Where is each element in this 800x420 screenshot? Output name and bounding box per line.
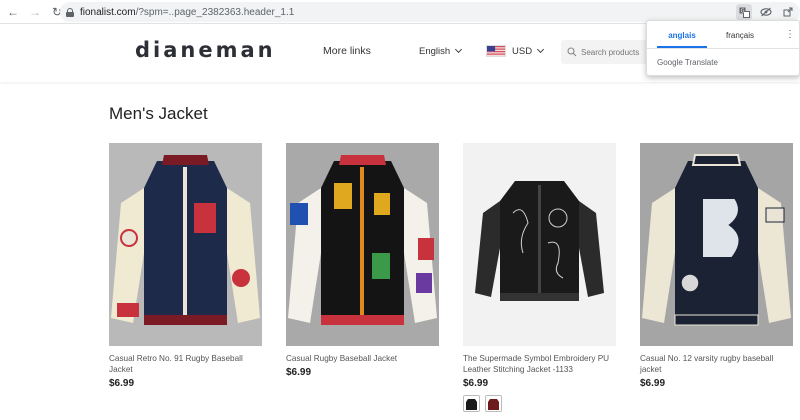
language-selector[interactable]: English bbox=[419, 45, 463, 57]
product-price: $6.99 bbox=[463, 378, 489, 390]
product-price: $6.99 bbox=[109, 378, 135, 390]
product-card[interactable]: Casual Rugby Baseball Jacket $6.99 bbox=[286, 143, 439, 378]
forward-icon[interactable]: → bbox=[26, 3, 44, 21]
product-card[interactable]: Casual Retro No. 91 Rugby Baseball Jacke… bbox=[109, 143, 262, 389]
us-flag-icon bbox=[486, 45, 506, 57]
svg-text:G: G bbox=[740, 8, 744, 14]
tab-anglais[interactable]: anglais bbox=[657, 21, 707, 48]
search-box[interactable] bbox=[561, 40, 651, 64]
jacket-image bbox=[286, 143, 439, 346]
swatch-black[interactable] bbox=[463, 395, 480, 413]
chevron-down-icon bbox=[537, 45, 545, 53]
jacket-image bbox=[640, 143, 793, 346]
translate-popup: anglais français ⋮ Google Translate bbox=[646, 20, 800, 76]
jacket-image bbox=[109, 143, 262, 346]
tab-francais[interactable]: français bbox=[715, 21, 765, 48]
product-name[interactable]: The Supermade Symbol Embroidery PU Leath… bbox=[463, 353, 616, 375]
eye-off-icon[interactable] bbox=[758, 4, 774, 20]
url-text: fionalist.com/?spm=..page_2382363.header… bbox=[80, 6, 295, 18]
share-icon[interactable] bbox=[780, 4, 796, 20]
more-links-menu[interactable]: More links bbox=[323, 45, 371, 57]
back-icon[interactable]: ← bbox=[4, 3, 22, 21]
page-title: Men's Jacket bbox=[109, 104, 208, 123]
product-name[interactable]: Casual Retro No. 91 Rugby Baseball Jacke… bbox=[109, 353, 262, 375]
product-card[interactable]: The Supermade Symbol Embroidery PU Leath… bbox=[463, 143, 616, 413]
swatch-burgundy[interactable] bbox=[485, 395, 502, 413]
product-price: $6.99 bbox=[286, 367, 312, 379]
chevron-down-icon bbox=[455, 45, 463, 54]
product-image[interactable] bbox=[286, 143, 439, 346]
more-vert-icon[interactable]: ⋮ bbox=[785, 29, 795, 40]
language-label: English bbox=[419, 46, 451, 57]
product-image[interactable] bbox=[109, 143, 262, 346]
address-bar[interactable]: fionalist.com/?spm=..page_2382363.header… bbox=[60, 2, 800, 22]
search-input[interactable] bbox=[581, 47, 651, 57]
product-name[interactable]: Casual Rugby Baseball Jacket bbox=[286, 353, 439, 364]
jacket-image bbox=[463, 143, 616, 346]
google-translate-label: Google Translate bbox=[657, 58, 718, 67]
site-logo[interactable]: dianeman bbox=[135, 38, 276, 62]
product-image[interactable] bbox=[640, 143, 793, 346]
product-image[interactable] bbox=[463, 143, 616, 346]
currency-label: USD bbox=[512, 45, 533, 57]
product-name[interactable]: Casual No. 12 varsity rugby baseball jac… bbox=[640, 353, 793, 375]
currency-selector[interactable]: USD bbox=[486, 45, 545, 57]
search-icon bbox=[567, 47, 577, 57]
lock-icon bbox=[66, 7, 74, 17]
translate-icon[interactable]: G bbox=[736, 4, 752, 20]
color-swatches bbox=[463, 395, 616, 413]
product-card[interactable]: Casual No. 12 varsity rugby baseball jac… bbox=[640, 143, 793, 389]
product-price: $6.99 bbox=[640, 378, 666, 390]
